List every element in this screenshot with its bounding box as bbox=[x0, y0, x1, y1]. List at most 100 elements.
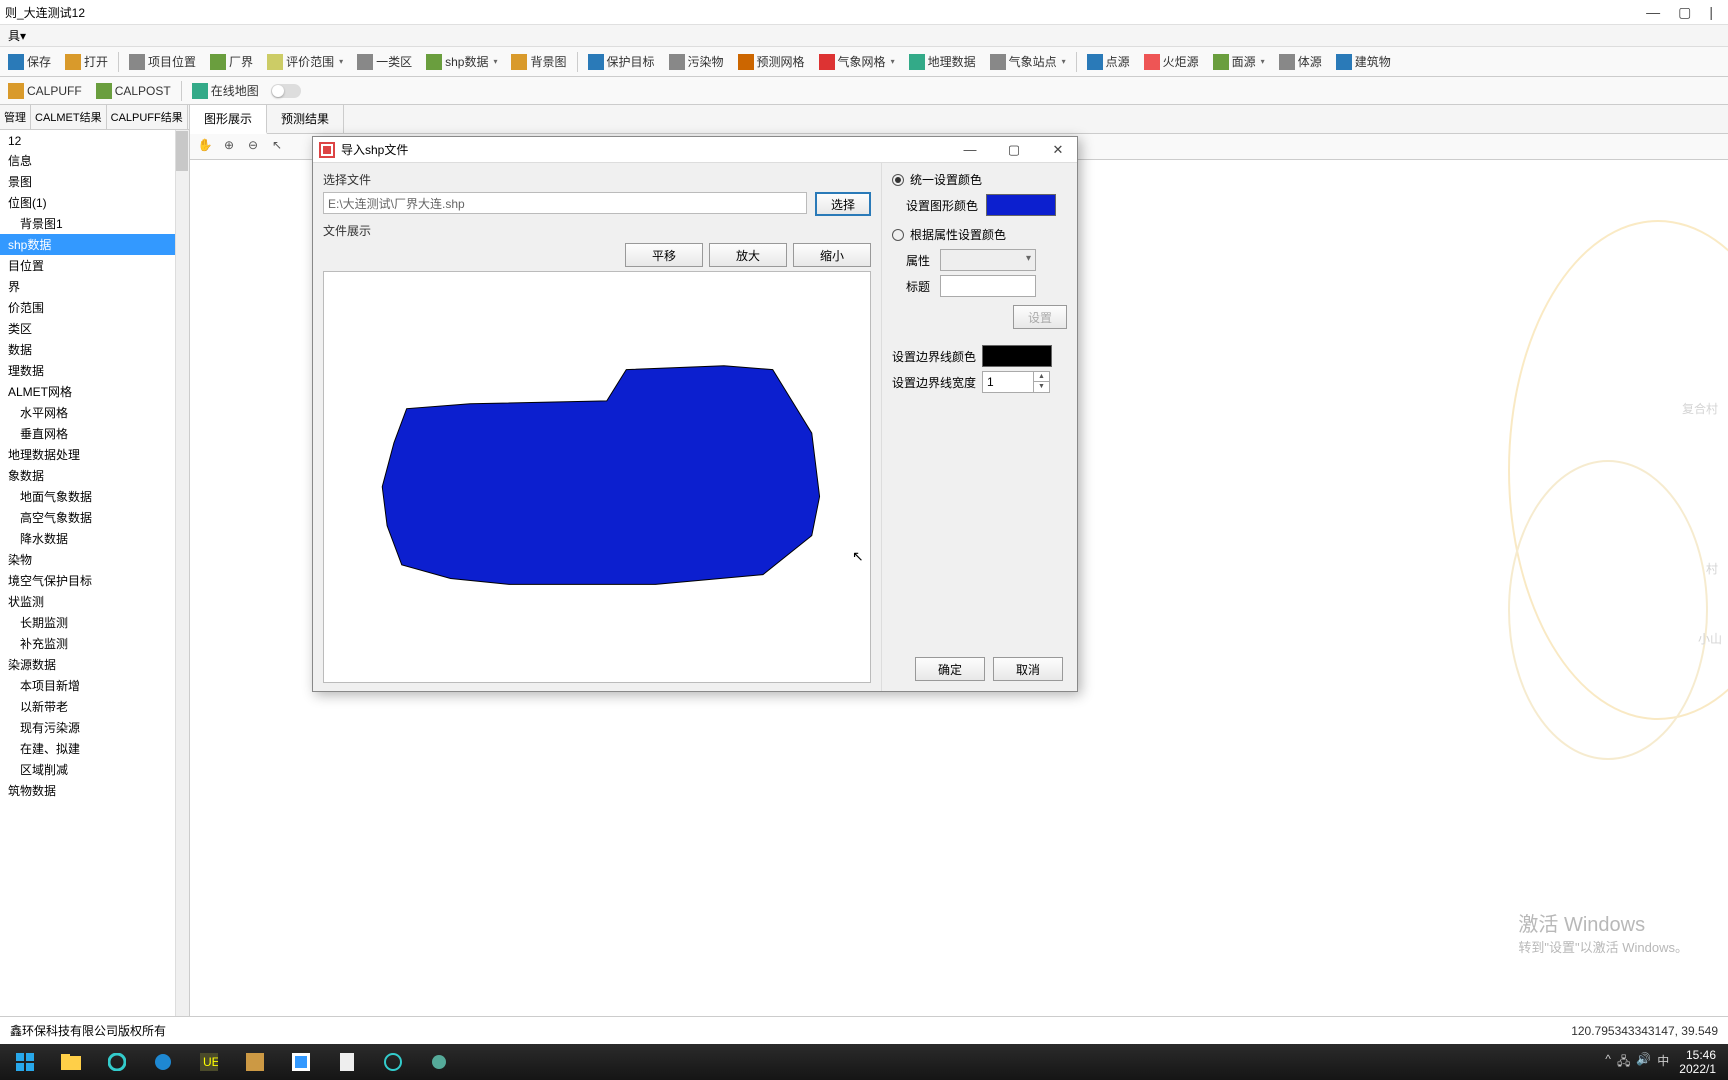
by-attr-color-radio[interactable] bbox=[892, 229, 904, 241]
tree-item[interactable]: 位图(1) bbox=[0, 192, 189, 213]
tree-item[interactable]: 背景图1 bbox=[0, 213, 189, 234]
tree-item[interactable]: 理数据 bbox=[0, 360, 189, 381]
cancel-button[interactable]: 取消 bbox=[993, 657, 1063, 681]
tree-item[interactable]: 高空气象数据 bbox=[0, 507, 189, 528]
select-file-button[interactable]: 选择 bbox=[815, 192, 871, 216]
predict-grid-button[interactable]: 预测网格 bbox=[732, 50, 811, 73]
explorer-icon[interactable] bbox=[50, 1046, 92, 1078]
dialog-close-icon[interactable]: ✕ bbox=[1045, 142, 1071, 158]
border-width-spinner[interactable]: ▲▼ bbox=[982, 371, 1050, 393]
tree-item[interactable]: 垂直网格 bbox=[0, 423, 189, 444]
dialog-minimize-icon[interactable]: — bbox=[957, 142, 983, 158]
protect-button[interactable]: 保护目标 bbox=[582, 50, 661, 73]
left-tab-calpuff[interactable]: CALPUFF结果 bbox=[107, 105, 188, 129]
save-button[interactable]: 保存 bbox=[2, 50, 57, 73]
unified-color-radio[interactable] bbox=[892, 174, 904, 186]
tree-item[interactable]: 区域削减 bbox=[0, 759, 189, 780]
factory-button[interactable]: 厂界 bbox=[204, 50, 259, 73]
online-map-toggle[interactable] bbox=[271, 84, 301, 98]
left-tab-calmet[interactable]: CALMET结果 bbox=[31, 105, 107, 129]
tree-item[interactable]: 象数据 bbox=[0, 465, 189, 486]
tree-item[interactable]: 筑物数据 bbox=[0, 780, 189, 801]
spinner-up-icon[interactable]: ▲ bbox=[1034, 372, 1049, 382]
tree-item[interactable]: 现有污染源 bbox=[0, 717, 189, 738]
spinner-down-icon[interactable]: ▼ bbox=[1034, 382, 1049, 392]
app-icon-3[interactable] bbox=[280, 1046, 322, 1078]
tree-item[interactable]: 以新带老 bbox=[0, 696, 189, 717]
calpost-button[interactable]: CALPOST bbox=[90, 80, 177, 102]
app-icon-2[interactable] bbox=[234, 1046, 276, 1078]
tray-net-icon[interactable]: 🖧 bbox=[1617, 1052, 1630, 1073]
maximize-icon[interactable]: ▢ bbox=[1678, 4, 1691, 21]
minimize-icon[interactable]: — bbox=[1646, 4, 1660, 21]
app-icon-4[interactable] bbox=[326, 1046, 368, 1078]
menu-tools[interactable]: 具▾ bbox=[8, 29, 26, 43]
pan-button[interactable]: 平移 bbox=[625, 243, 703, 267]
tree-item[interactable]: 染源数据 bbox=[0, 654, 189, 675]
tray-ime[interactable]: 中 bbox=[1657, 1052, 1669, 1073]
zoom-in-button[interactable]: 放大 bbox=[709, 243, 787, 267]
area-source-button[interactable]: 面源▾ bbox=[1207, 50, 1271, 73]
shape-preview-canvas[interactable]: ↖ bbox=[323, 271, 871, 683]
tree-item[interactable]: 补充监测 bbox=[0, 633, 189, 654]
volume-source-button[interactable]: 体源 bbox=[1273, 50, 1328, 73]
app-icon-6[interactable] bbox=[418, 1046, 460, 1078]
open-button[interactable]: 打开 bbox=[59, 50, 114, 73]
set-button[interactable]: 设置 bbox=[1013, 305, 1067, 329]
pollutant-button[interactable]: 污染物 bbox=[663, 50, 730, 73]
tree-item[interactable]: 状监测 bbox=[0, 591, 189, 612]
taskbar-date[interactable]: 2022/1 bbox=[1679, 1062, 1716, 1076]
tree-item[interactable]: 降水数据 bbox=[0, 528, 189, 549]
tree-item[interactable]: 地理数据处理 bbox=[0, 444, 189, 465]
tray-icons[interactable]: ^ 🖧 🔊 中 bbox=[1605, 1052, 1669, 1073]
torch-source-button[interactable]: 火炬源 bbox=[1138, 50, 1205, 73]
shape-color-swatch[interactable] bbox=[986, 194, 1056, 216]
tab-graphics[interactable]: 图形展示 bbox=[190, 105, 267, 134]
building-button[interactable]: 建筑物 bbox=[1330, 50, 1397, 73]
tree-item[interactable]: 价范围 bbox=[0, 297, 189, 318]
tree-item[interactable]: 数据 bbox=[0, 339, 189, 360]
edge-icon[interactable] bbox=[142, 1046, 184, 1078]
taskbar-time[interactable]: 15:46 bbox=[1679, 1048, 1716, 1062]
close-icon[interactable]: | bbox=[1709, 4, 1713, 21]
zoom-in-icon[interactable]: ⊕ bbox=[220, 138, 238, 156]
tree-item[interactable]: 本项目新增 bbox=[0, 675, 189, 696]
eval-range-button[interactable]: 评价范围▾ bbox=[261, 50, 349, 73]
tree-item[interactable]: shp数据 bbox=[0, 234, 189, 255]
dialog-maximize-icon[interactable]: ▢ bbox=[1001, 142, 1027, 158]
tree-item[interactable]: ALMET网格 bbox=[0, 381, 189, 402]
online-map-button[interactable]: 在线地图 bbox=[186, 79, 265, 102]
point-source-button[interactable]: 点源 bbox=[1081, 50, 1136, 73]
tree-item[interactable]: 12 bbox=[0, 132, 189, 150]
border-color-swatch[interactable] bbox=[982, 345, 1052, 367]
ok-button[interactable]: 确定 bbox=[915, 657, 985, 681]
tree-view[interactable]: 12信息景图位图(1)背景图1shp数据目位置界价范围类区数据理数据ALMET网… bbox=[0, 130, 189, 1016]
tree-item[interactable]: 类区 bbox=[0, 318, 189, 339]
met-station-button[interactable]: 气象站点▾ bbox=[984, 50, 1072, 73]
zone-button[interactable]: 一类区 bbox=[351, 50, 418, 73]
tray-up-icon[interactable]: ^ bbox=[1605, 1052, 1611, 1073]
tree-item[interactable]: 目位置 bbox=[0, 255, 189, 276]
tree-item[interactable]: 染物 bbox=[0, 549, 189, 570]
shp-data-button[interactable]: shp数据▾ bbox=[420, 50, 503, 73]
project-pos-button[interactable]: 项目位置 bbox=[123, 50, 202, 73]
tree-item[interactable]: 界 bbox=[0, 276, 189, 297]
geo-data-button[interactable]: 地理数据 bbox=[903, 50, 982, 73]
tree-item[interactable]: 长期监测 bbox=[0, 612, 189, 633]
bg-image-button[interactable]: 背景图 bbox=[505, 50, 572, 73]
pan-icon[interactable]: ✋ bbox=[196, 138, 214, 156]
tree-item[interactable]: 在建、拟建 bbox=[0, 738, 189, 759]
pointer-icon[interactable]: ↖ bbox=[268, 138, 286, 156]
start-button[interactable] bbox=[4, 1046, 46, 1078]
file-path-input[interactable]: E:\大连测试\厂界大连.shp bbox=[323, 192, 807, 214]
met-grid-button[interactable]: 气象网格▾ bbox=[813, 50, 901, 73]
tree-item[interactable]: 信息 bbox=[0, 150, 189, 171]
tree-item[interactable]: 景图 bbox=[0, 171, 189, 192]
tray-vol-icon[interactable]: 🔊 bbox=[1636, 1052, 1651, 1073]
app-icon-1[interactable]: UE bbox=[188, 1046, 230, 1078]
app-icon-5[interactable] bbox=[372, 1046, 414, 1078]
tab-predict[interactable]: 预测结果 bbox=[267, 105, 344, 133]
zoom-out-button[interactable]: 缩小 bbox=[793, 243, 871, 267]
tree-item[interactable]: 水平网格 bbox=[0, 402, 189, 423]
ie-icon[interactable] bbox=[96, 1046, 138, 1078]
